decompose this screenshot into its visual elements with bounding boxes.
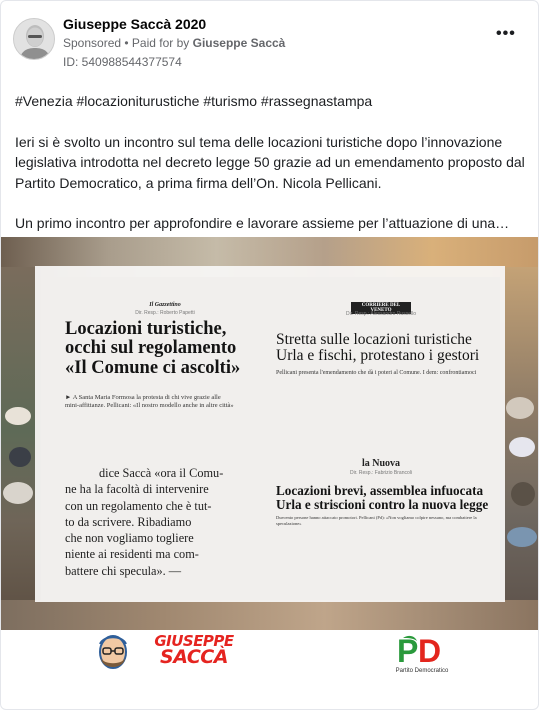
quote-line: ne ha la facoltà di intervenire: [65, 482, 209, 497]
nuova-masthead: la Nuova: [361, 458, 401, 469]
ad-post-card: Giuseppe Saccà 2020 Sponsored • Paid for…: [0, 0, 539, 710]
post-text: #Venezia #locazioniturustiche #turismo #…: [15, 91, 527, 254]
crowd-person: [3, 482, 33, 504]
crowd-person: [511, 482, 535, 506]
paid-for-name[interactable]: Giuseppe Saccà: [193, 36, 286, 50]
ad-id: ID: 540988544377574: [63, 55, 182, 69]
post-paragraph: Ieri si è svolto un incontro sul tema de…: [15, 133, 525, 191]
gazzettino-headline-line: Locazioni turistiche,: [65, 319, 227, 339]
corriere-byline: Dir. Resp.: Alessandro Russello: [345, 311, 417, 317]
nuova-headline-line: Urla e striscioni contro la nuova legge: [276, 496, 489, 512]
gazzettino-byline: Dir. Resp.: Roberto Papetti: [135, 310, 195, 316]
sponsored-label: Sponsored: [63, 36, 122, 50]
crowd-person: [9, 447, 31, 467]
sponsored-line: Sponsored • Paid for by Giuseppe Saccà: [63, 36, 285, 50]
post-image[interactable]: Il Gazzettino Dir. Resp.: Roberto Papett…: [1, 237, 538, 630]
separator-dot: •: [121, 36, 132, 50]
paid-for-prefix: Paid for by: [131, 36, 193, 50]
crowd-person: [507, 527, 537, 547]
crowd-person: [509, 437, 535, 457]
gazzettino-masthead: Il Gazzettino: [149, 302, 181, 308]
corriere-subheadline: Pellicani presenta l'emendamento che dà …: [276, 370, 477, 376]
quote-line: battere chi specula». —: [65, 563, 182, 578]
quote-line: niente ai residenti ma com-: [65, 547, 199, 562]
gazzettino-headline-line: occhi sul regolamento: [65, 338, 237, 359]
background-photo-bottom: [1, 600, 538, 630]
logo-line: SACCÀ: [160, 646, 228, 669]
pd-caption: Partito Democratico: [395, 668, 449, 674]
post-teaser: Un primo incontro per approfondire e lav…: [15, 215, 510, 231]
gazzettino-sub-line: mini-affittanze. Pellicani: «Il nostro m…: [65, 402, 234, 410]
nuova-headline: Locazioni brevi, assemblea infuocata Url…: [276, 484, 488, 512]
corriere-headline-line: Stretta sulle locazioni turistiche: [276, 331, 472, 348]
page-name[interactable]: Giuseppe Saccà 2020: [63, 16, 206, 32]
corriere-headline-line: Urla e fischi, protestano i gestori: [276, 347, 480, 365]
gazzettino-headline: Locazioni turistiche, occhi sul regolame…: [65, 319, 241, 378]
hashtags[interactable]: #Venezia #locazioniturustiche #turismo #…: [15, 91, 527, 112]
gazzettino-sub-line: ► A Santa Maria Formosa la protesta di c…: [65, 394, 221, 401]
candidate-cartoon-face-icon: [99, 635, 127, 669]
nuova-byline: Dir. Resp.: Fabrizio Brancoli: [350, 470, 412, 476]
quote-line: che non vogliamo togliere: [65, 531, 194, 546]
corriere-headline: Stretta sulle locazioni turistiche Urla …: [276, 331, 480, 365]
gazzettino-headline-line: «Il Comune ci ascolti»: [65, 357, 241, 378]
crowd-person: [5, 407, 31, 425]
crowd-person: [506, 397, 534, 419]
svg-text:D: D: [418, 633, 441, 669]
nuova-headline-line: Locazioni brevi, assemblea infuocata: [276, 483, 484, 498]
page-avatar[interactable]: [13, 18, 55, 60]
article-quote: dice Saccà «ora il Comu- ne ha la facolt…: [65, 465, 255, 579]
quote-line: dice Saccà «ora il Comu-: [99, 466, 224, 480]
nuova-subheadline: Duecento persone hanno attaccato promoto…: [276, 515, 477, 526]
giuseppe-sacca-logo: GIUSEPPE SACCÀ: [149, 633, 239, 669]
gazzettino-subheadline: ► A Santa Maria Formosa la protesta di c…: [65, 394, 255, 411]
press-clippings-panel: Il Gazzettino Dir. Resp.: Roberto Papett…: [35, 266, 505, 602]
quote-line: con un regolamento che è tut-: [65, 498, 212, 513]
avatar-portrait-icon: [14, 19, 54, 59]
post-header: Giuseppe Saccà 2020 Sponsored • Paid for…: [13, 13, 526, 77]
post-footer-logos: GIUSEPPE SACCÀ P D Partito Democratico: [1, 630, 538, 686]
more-options-icon[interactable]: •••: [496, 26, 516, 42]
quote-line: to da scrivere. Ribadiamo: [65, 514, 192, 529]
